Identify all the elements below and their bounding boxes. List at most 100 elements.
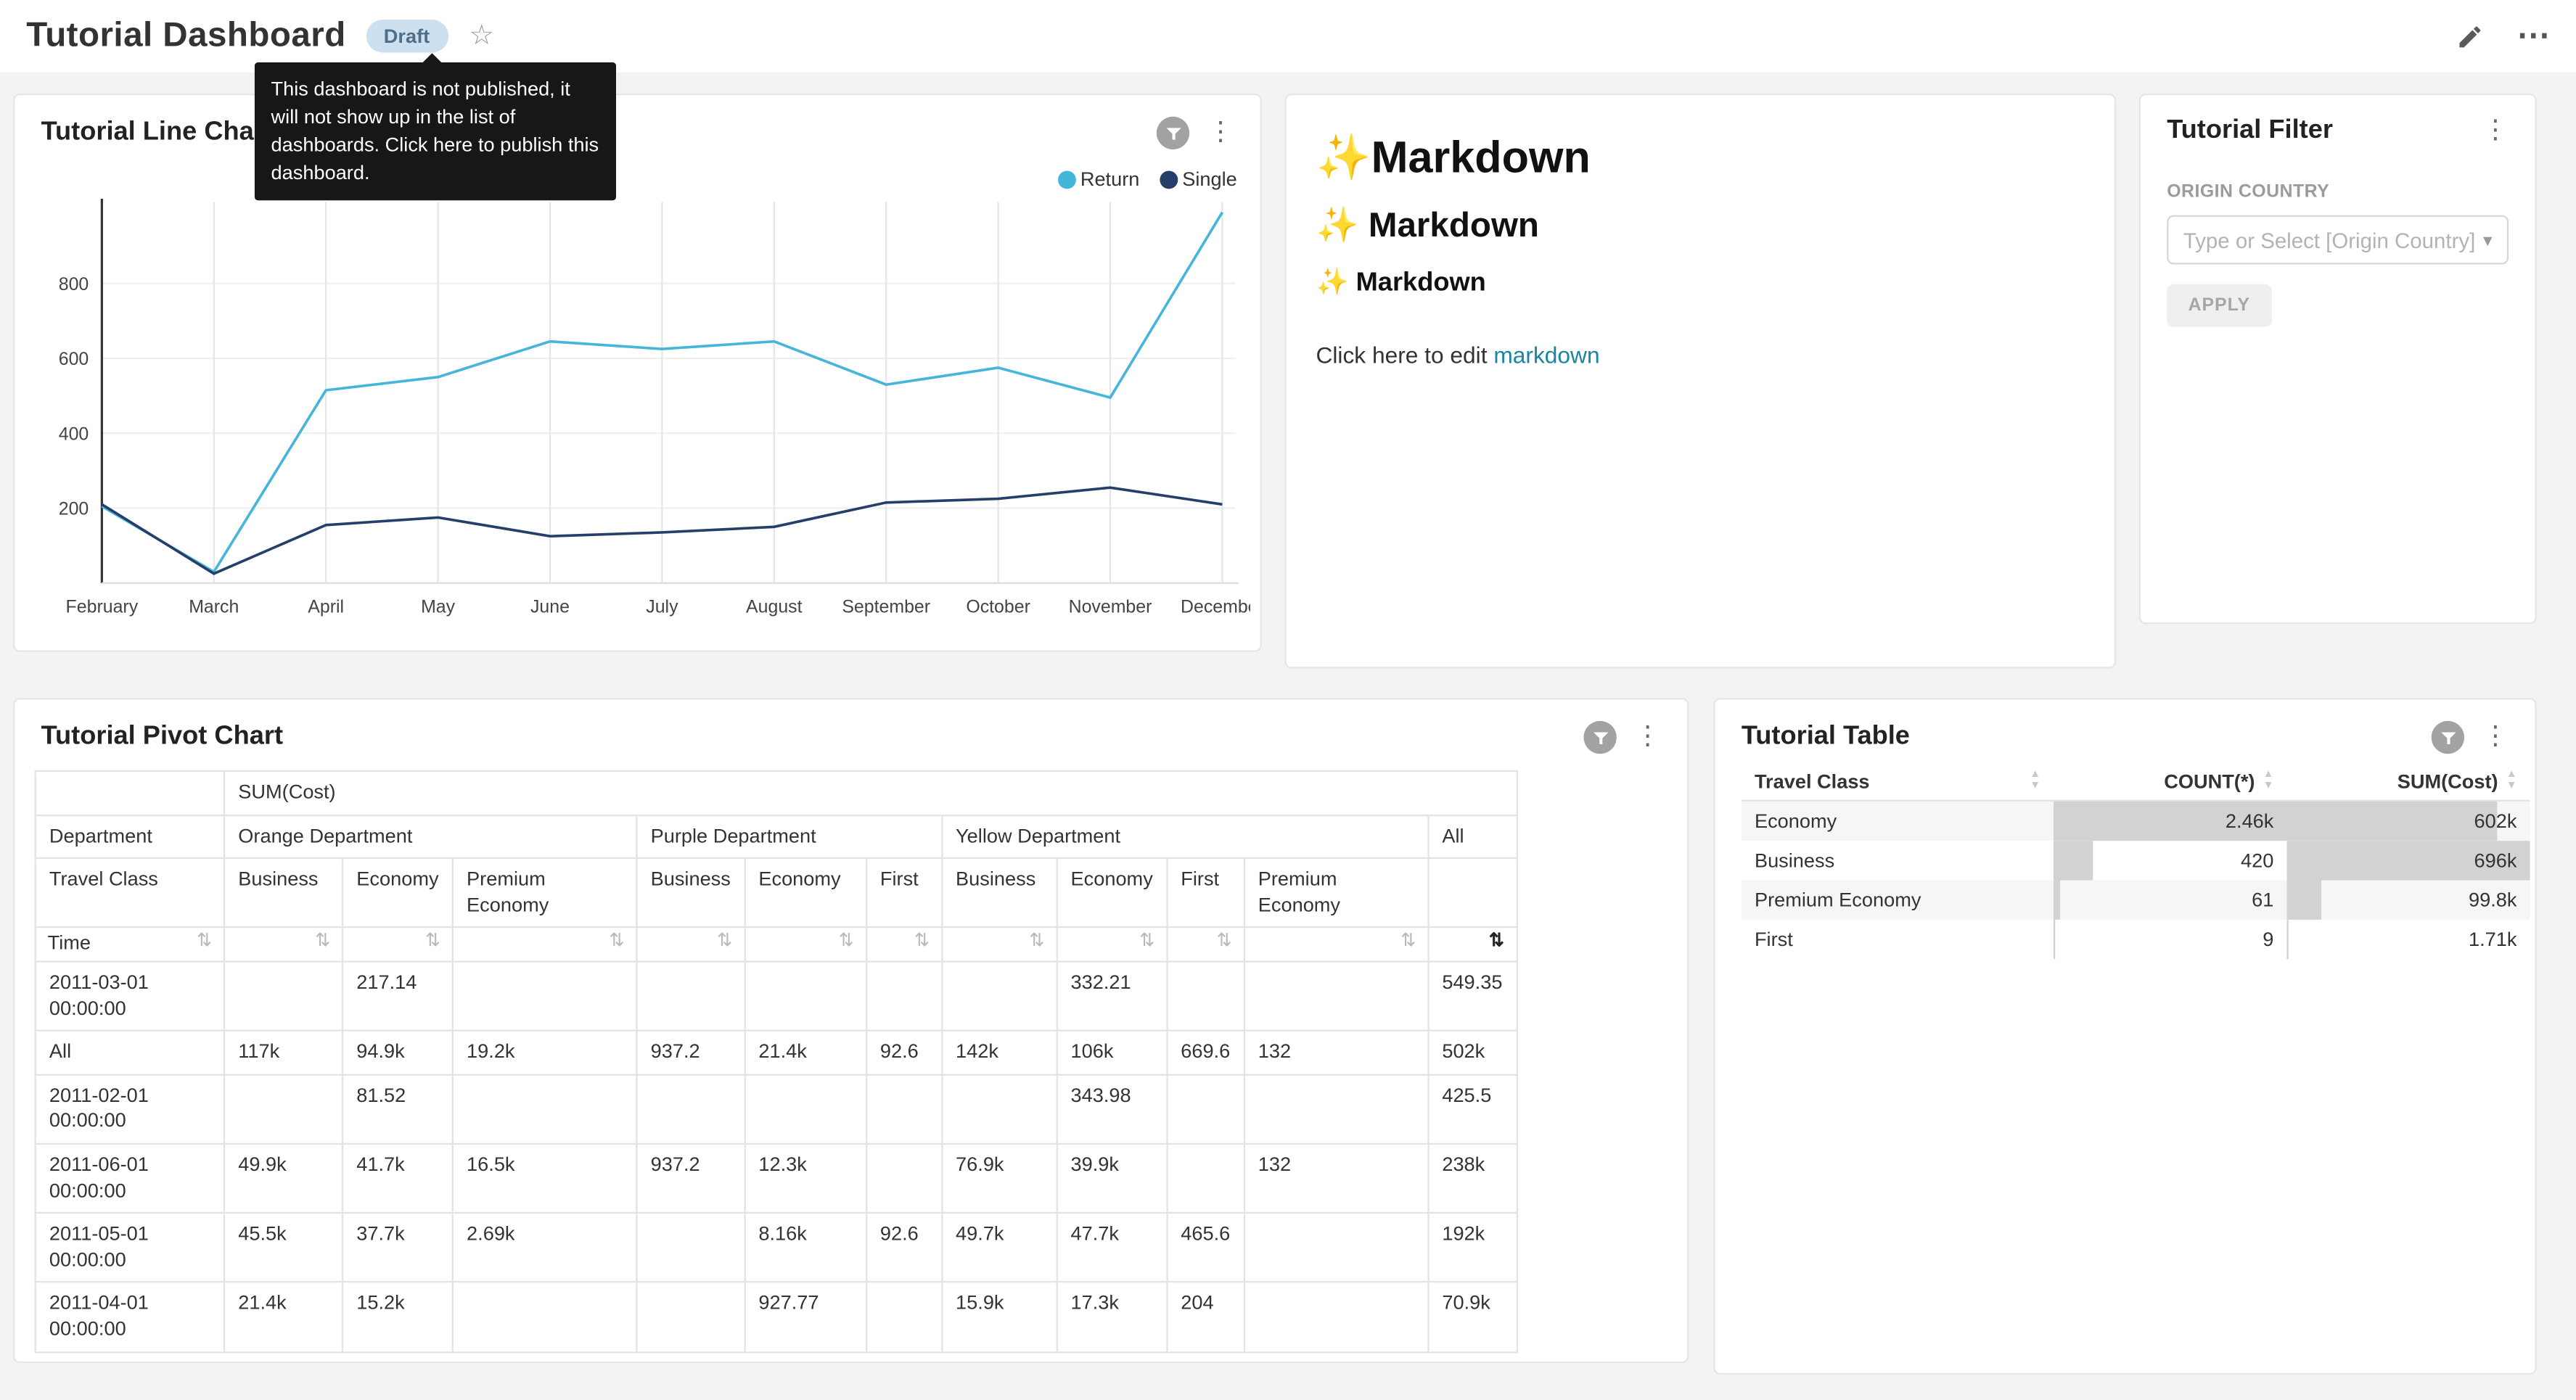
legend-item-return[interactable]: Return [1057, 168, 1139, 191]
pivot-cell: 37.7k [342, 1213, 453, 1282]
pivot-col-header: Business [224, 858, 342, 928]
pivot-metric-header: SUM(Cost) [224, 771, 1517, 815]
table-col-header-travel-class[interactable]: Travel Class▲▼ [1742, 764, 2054, 801]
pivot-row-label: 2011-03-01 00:00:00 [36, 962, 224, 1032]
pivot-row: 2011-04-01 00:00:0021.4k15.2k927.7715.9k… [36, 1282, 1517, 1352]
value-bar [2286, 879, 2321, 918]
header-more-icon[interactable]: ⋯ [2516, 20, 2549, 52]
header-actions: ⋯ [2456, 20, 2550, 52]
table-col-header-sum-cost[interactable]: SUM(Cost) ▲▼ [2286, 764, 2530, 801]
column-label: SUM(Cost) [2397, 770, 2498, 794]
pivot-sort-icon[interactable]: ⇅ [1400, 932, 1416, 954]
pivot-sort-cell: ⇅ [745, 928, 866, 962]
th-inner: COUNT(*)▲▼ [2067, 770, 2273, 794]
line-chart-legend: Return Single [1057, 168, 1237, 191]
markdown-h1: ✨Markdown [1316, 131, 2085, 184]
pivot-row-label: 2011-06-01 00:00:00 [36, 1144, 224, 1214]
pivot-sort-icon[interactable]: ⇅ [839, 932, 854, 954]
pivot-sort-icon[interactable]: ⇅ [315, 932, 330, 954]
pivot-cell: 94.9k [342, 1031, 453, 1074]
page-title: Tutorial Dashboard [26, 17, 345, 56]
pivot-sort-icon[interactable]: ⇅ [1489, 932, 1504, 954]
pivot-sort-icon[interactable]: ⇅ [1029, 932, 1044, 954]
cell-value: 420 [2241, 848, 2273, 871]
value-bar [2054, 879, 2059, 918]
kebab-menu-icon[interactable]: ⋮ [1205, 120, 1237, 146]
kebab-menu-icon[interactable]: ⋮ [1631, 724, 1664, 750]
kebab-menu-icon[interactable]: ⋮ [2479, 118, 2511, 144]
pivot-sort-icon[interactable]: ⇅ [610, 932, 625, 954]
markdown-paragraph: Click here to edit markdown [1316, 342, 2085, 368]
sort-carets-icon[interactable]: ▲▼ [2263, 770, 2274, 793]
card-icons: ⋮ [1583, 721, 1664, 754]
svg-text:February: February [66, 596, 139, 617]
pivot-cell [745, 962, 866, 1032]
sort-carets-icon[interactable]: ▲▼ [2506, 770, 2517, 793]
pivot-cell [866, 1074, 942, 1144]
pivot-sort-icon[interactable]: ⇅ [425, 932, 440, 954]
pivot-sort-icon[interactable]: ⇅ [1139, 932, 1154, 954]
pivot-table: SUM(Cost)DepartmentOrange DepartmentPurp… [35, 770, 1517, 1353]
pivot-cell: 192k [1428, 1213, 1517, 1282]
table-col-header-count[interactable]: COUNT(*)▲▼ [2054, 764, 2286, 801]
svg-text:October: October [966, 596, 1030, 617]
cell-value: 1.71k [2469, 927, 2516, 950]
legend-item-single[interactable]: Single [1160, 168, 1237, 191]
pivot-sort-cell: ⇅ [1057, 928, 1167, 962]
pivot-cell: 21.4k [224, 1282, 342, 1352]
pivot-col-header: Premium Economy [453, 858, 637, 928]
pivot-cell: 45.5k [224, 1213, 342, 1282]
cross-filter-icon[interactable] [1583, 721, 1616, 754]
chevron-down-icon: ▾ [2483, 229, 2493, 250]
sort-carets-icon[interactable]: ▲▼ [2030, 770, 2040, 793]
pivot-cell [1167, 962, 1244, 1032]
pivot-group-header: All [1428, 815, 1517, 858]
table-row: Business420696k [1742, 840, 2530, 879]
dashboard-grid: Tutorial Line Chart ⋮ ReturnSingle 20040… [0, 73, 2576, 1399]
pivot-sort-icon[interactable]: ⇅ [914, 932, 930, 954]
pivot-cell: 12.3k [745, 1144, 866, 1214]
pivot-cell [866, 962, 942, 1032]
draft-badge[interactable]: Draft [366, 20, 448, 52]
pivot-cell: 8.16k [745, 1213, 866, 1282]
cross-filter-icon[interactable] [2432, 721, 2464, 754]
pivot-group-header: Orange Department [224, 815, 636, 858]
pivot-cell: 669.6 [1167, 1031, 1244, 1074]
value-bar [2286, 919, 2287, 958]
pivot-cell [636, 962, 745, 1032]
card-head: Tutorial Filter ⋮ [2141, 95, 2535, 156]
pivot-sort-icon[interactable]: ⇅ [197, 932, 212, 954]
pivot-cell [1167, 1144, 1244, 1214]
pivot-wrap: SUM(Cost)DepartmentOrange DepartmentPurp… [15, 764, 1687, 1353]
origin-country-select[interactable]: Type or Select [Origin Country] ▾ [2167, 215, 2509, 265]
filter-card-title: Tutorial Filter [2167, 117, 2333, 147]
pivot-axis-label-travel-class: Travel Class [36, 858, 224, 928]
pivot-cell [866, 1282, 942, 1352]
edit-pencil-icon[interactable] [2456, 22, 2484, 50]
pivot-cell: 142k [942, 1031, 1057, 1074]
pivot-cell: 21.4k [745, 1031, 866, 1074]
pivot-cell [1244, 1282, 1429, 1352]
pivot-sort-cell: ⇅ [866, 928, 942, 962]
pivot-sort-icon[interactable]: ⇅ [717, 932, 732, 954]
pivot-cell: 132 [1244, 1031, 1429, 1074]
star-icon[interactable]: ☆ [469, 20, 495, 52]
cell-value: 696k [2474, 848, 2517, 871]
pivot-col-header [1428, 858, 1517, 928]
pivot-cell [942, 962, 1057, 1032]
pivot-cell: 2.69k [453, 1213, 637, 1282]
markdown-edit-link[interactable]: markdown [1493, 342, 1599, 368]
data-table-wrap: Travel Class▲▼COUNT(*)▲▼SUM(Cost)▲▼Econo… [1715, 764, 2535, 958]
apply-button[interactable]: APPLY [2167, 284, 2271, 327]
pivot-cell [866, 1144, 942, 1214]
pivot-sort-cell: ⇅ [224, 928, 342, 962]
svg-text:400: 400 [59, 424, 89, 444]
pivot-sort-cell: ⇅ [942, 928, 1057, 962]
card-head: Tutorial Pivot Chart ⋮ [15, 699, 1687, 763]
pivot-cell [453, 1074, 637, 1144]
pivot-sort-icon[interactable]: ⇅ [1217, 932, 1232, 954]
cross-filter-icon[interactable] [1157, 117, 1189, 149]
cell-value: 61 [2252, 888, 2273, 911]
kebab-menu-icon[interactable]: ⋮ [2479, 724, 2511, 750]
cell-value: 99.8k [2469, 888, 2516, 911]
